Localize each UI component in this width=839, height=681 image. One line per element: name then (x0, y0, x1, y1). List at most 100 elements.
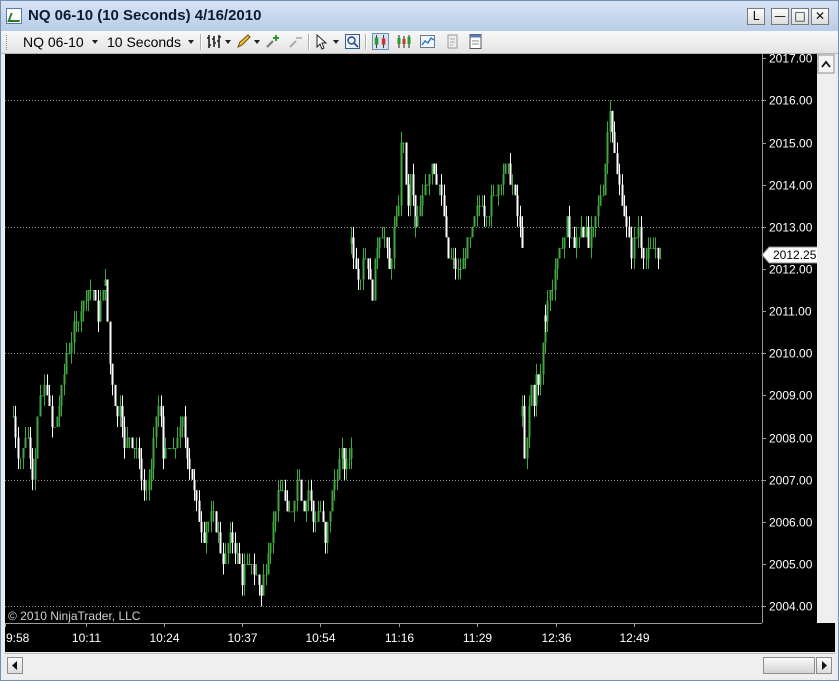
zoom-icon[interactable] (344, 33, 361, 50)
price-bar-body (65, 353, 68, 375)
interval-chevron-down-icon[interactable] (188, 40, 194, 44)
toolbar-grip[interactable] (6, 35, 10, 50)
price-bar-body (236, 553, 239, 555)
price-bar-body (509, 163, 512, 185)
price-bar-body (269, 542, 272, 554)
price-bar-body (43, 384, 46, 396)
title-bar[interactable]: NQ 06-10 (10 Seconds) 4/16/2010 L — □ ✕ (1, 1, 838, 32)
price-bar-body (625, 216, 628, 227)
price-bar-body (210, 511, 213, 522)
price-bar-body (22, 448, 25, 459)
price-bar-body (350, 237, 353, 244)
scroll-up-button[interactable] (817, 54, 835, 74)
remove-indicator-icon[interactable] (287, 33, 304, 50)
close-button[interactable]: ✕ (811, 8, 829, 25)
price-bar-body (378, 237, 381, 248)
price-bar-body (445, 216, 448, 238)
time-tick-label: 11:29 (463, 631, 492, 645)
price-bar-body (350, 448, 353, 459)
price-bar-body (554, 268, 557, 291)
price-bar-body (450, 258, 453, 260)
price-bar-body (623, 205, 626, 217)
cursor-select-icon[interactable] (314, 33, 331, 50)
price-bar-body (435, 174, 438, 185)
price-bar-body (157, 405, 160, 417)
price-bar-body (490, 195, 493, 217)
interval-selector[interactable]: 10 Seconds (107, 34, 181, 50)
price-bar-body (198, 500, 201, 522)
data-box-icon[interactable] (467, 33, 484, 50)
price-bar-body (191, 469, 194, 480)
time-tick-label: 10:37 (227, 631, 257, 645)
price-bar-body (652, 247, 655, 249)
scroll-left-button[interactable] (7, 657, 23, 674)
price-bar-body (39, 395, 42, 417)
price-tick-label: 2009.00 (769, 389, 813, 403)
price-bar-body (102, 290, 105, 301)
price-bar-body (329, 511, 332, 522)
price-bar-body (367, 258, 370, 269)
price-bar-body (352, 237, 355, 259)
price-chart-canvas[interactable]: 2017.00 2016.00 2015.00 2014.00 2013.00 2012.… (5, 52, 835, 652)
price-bar-body (305, 500, 308, 512)
instrument-chevron-down-icon[interactable] (92, 40, 98, 44)
price-bar-body (310, 490, 313, 501)
price-bar-body (19, 458, 22, 460)
price-bar-body (654, 247, 657, 249)
price-bar-body (640, 226, 643, 248)
price-bar-body (528, 405, 531, 438)
bar-type-chevron-down-icon[interactable] (225, 40, 231, 44)
price-bar-body (106, 279, 109, 322)
price-bar-body (104, 279, 107, 286)
price-bar-body (179, 427, 182, 438)
price-bar-body (314, 521, 317, 523)
properties-icon[interactable] (444, 33, 461, 50)
minimize-button[interactable]: — (771, 8, 789, 25)
maximize-button[interactable]: □ (791, 8, 809, 25)
price-chart[interactable]: 2017.00 2016.00 2015.00 2014.00 2013.00 2012.… (5, 52, 835, 652)
ohlc-style-icon[interactable] (396, 33, 413, 50)
price-bar-body (41, 395, 44, 397)
link-button[interactable]: L (747, 8, 765, 25)
scroll-right-button[interactable] (816, 657, 832, 674)
price-bar-body (229, 532, 232, 543)
price-bar-body (126, 437, 129, 449)
price-bar-body (421, 195, 424, 206)
price-bar-body (521, 226, 524, 248)
price-bar-body (303, 500, 306, 512)
price-bar-body (587, 226, 590, 248)
price-bar-body (539, 374, 542, 385)
price-bar-body (155, 416, 158, 438)
drawing-pencil-icon[interactable] (235, 33, 252, 50)
price-bar-body (336, 479, 339, 481)
add-indicator-icon[interactable] (264, 33, 281, 50)
price-bar-body (51, 405, 54, 428)
price-bar-body (231, 532, 234, 543)
bar-type-icon[interactable] (206, 33, 223, 50)
price-bar-body (203, 532, 206, 543)
price-bar-body (288, 511, 291, 513)
cursor-chevron-down-icon[interactable] (333, 40, 339, 44)
price-bar-body (128, 437, 131, 439)
current-price-label: 2012.25 (773, 248, 817, 262)
time-tick-label: 12:36 (541, 631, 571, 645)
price-bar-body (362, 258, 365, 280)
price-bar-body (205, 521, 208, 543)
horizontal-scrollbar[interactable] (5, 653, 835, 678)
price-bar-body (556, 258, 559, 269)
price-bar-body (188, 458, 191, 470)
price-bar-body (414, 226, 417, 228)
price-bar-body (566, 216, 569, 238)
price-bar-body (519, 216, 522, 227)
price-bar-body (563, 237, 566, 248)
drawing-chevron-down-icon[interactable] (254, 40, 260, 44)
price-bar-body (393, 226, 396, 259)
instrument-selector[interactable]: NQ 06-10 (23, 34, 84, 50)
line-style-icon[interactable] (419, 33, 436, 50)
vertical-scrollbar[interactable] (817, 54, 835, 623)
candlestick-style-icon[interactable] (372, 33, 389, 50)
scroll-thumb[interactable] (763, 657, 815, 674)
price-bar-body (172, 448, 175, 450)
price-bar-body (635, 237, 638, 239)
price-bar-body (462, 258, 465, 269)
